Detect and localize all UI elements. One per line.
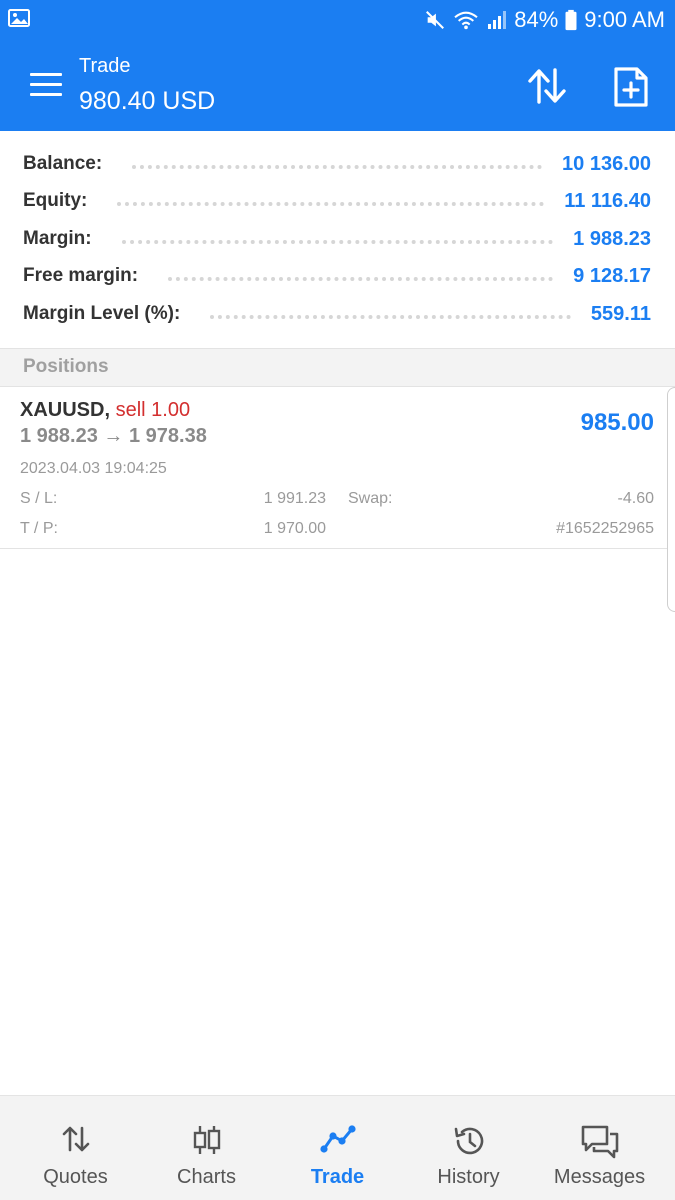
menu-icon [30,73,62,76]
positions-header: Positions [0,348,675,387]
edge-panel-handle[interactable] [667,387,675,612]
account-summary: Balance: 10 136.00 Equity: 11 116.40 Mar… [0,131,675,348]
position-prices: 1 988.23 → 1 978.38 [20,425,207,448]
position-item[interactable]: XAUUSD, sell 1.00 1 988.23 → 1 978.38 98… [0,387,668,549]
gallery-icon [8,9,30,27]
current-price: 1 978.38 [128,425,207,447]
equity-row: Equity: 11 116.40 [23,186,651,216]
nav-trade[interactable]: Trade [270,1096,405,1200]
open-price: 1 988.23 [20,425,98,447]
sort-icon[interactable] [526,66,568,106]
position-profit: 985.00 [580,409,654,436]
arrow-right-icon: → [103,425,124,447]
tp-label: T / P: [20,520,58,537]
nav-quotes-label: Quotes [43,1166,108,1188]
sl-label: S / L: [20,490,58,507]
balance-row: Balance: 10 136.00 [23,149,651,179]
signal-icon [488,11,507,29]
trade-icon [319,1125,356,1153]
nav-messages[interactable]: Messages [532,1096,667,1200]
clock: 9:00 AM [584,7,665,32]
wifi-icon [454,11,478,30]
new-order-icon[interactable] [613,66,649,108]
swap-label: Swap: [348,490,393,507]
dot-leader [117,202,545,206]
margin-level-row: Margin Level (%): 559.11 [23,299,651,329]
bottom-navigation: Quotes Charts Trade History Messages [0,1095,675,1200]
status-bar: 84% 9:00 AM [0,0,675,40]
dot-leader [132,165,543,169]
free-margin-row: Free margin: 9 128.17 [23,261,651,291]
account-profit: 980.40 USD [79,87,216,115]
dot-leader [121,240,554,244]
position-symbol: XAUUSD, [20,399,111,421]
equity-label: Equity: [23,190,88,211]
margin-level-label: Margin Level (%): [23,303,181,324]
balance-label: Balance: [23,153,103,174]
menu-button[interactable] [30,73,62,97]
battery-icon [565,9,577,31]
dot-leader [210,315,571,319]
position-type: sell 1.00 [115,399,191,421]
position-title: XAUUSD, sell 1.00 [20,399,190,422]
ticket-number: #1652252965 [556,520,654,537]
margin-value: 1 988.23 [573,227,651,250]
positions-title: Positions [23,356,109,377]
app-bar: Trade 980.40 USD [0,40,675,131]
tp-value: 1 970.00 [263,520,326,537]
nav-charts-label: Charts [177,1166,236,1188]
battery-percent: 84% [514,7,559,32]
equity-value: 11 116.40 [564,189,651,212]
dot-leader [168,277,554,281]
free-margin-value: 9 128.17 [573,264,651,287]
mute-icon [426,11,445,29]
messages-icon [581,1125,618,1159]
nav-history[interactable]: History [401,1096,536,1200]
page-title: Trade [79,55,131,77]
free-margin-label: Free margin: [23,265,139,286]
swap-value: -4.60 [617,490,654,507]
margin-level-value: 559.11 [590,302,651,325]
open-time: 2023.04.03 19:04:25 [20,460,167,477]
sl-value: 1 991.23 [263,490,326,507]
charts-icon [193,1126,220,1154]
balance-value: 10 136.00 [562,152,651,175]
nav-history-label: History [437,1166,500,1188]
nav-trade-label: Trade [310,1166,365,1188]
nav-quotes[interactable]: Quotes [8,1096,143,1200]
quotes-icon [62,1126,89,1152]
nav-charts[interactable]: Charts [139,1096,274,1200]
margin-label: Margin: [23,228,92,249]
margin-row: Margin: 1 988.23 [23,224,651,254]
nav-messages-label: Messages [553,1166,646,1188]
history-icon [454,1127,483,1155]
